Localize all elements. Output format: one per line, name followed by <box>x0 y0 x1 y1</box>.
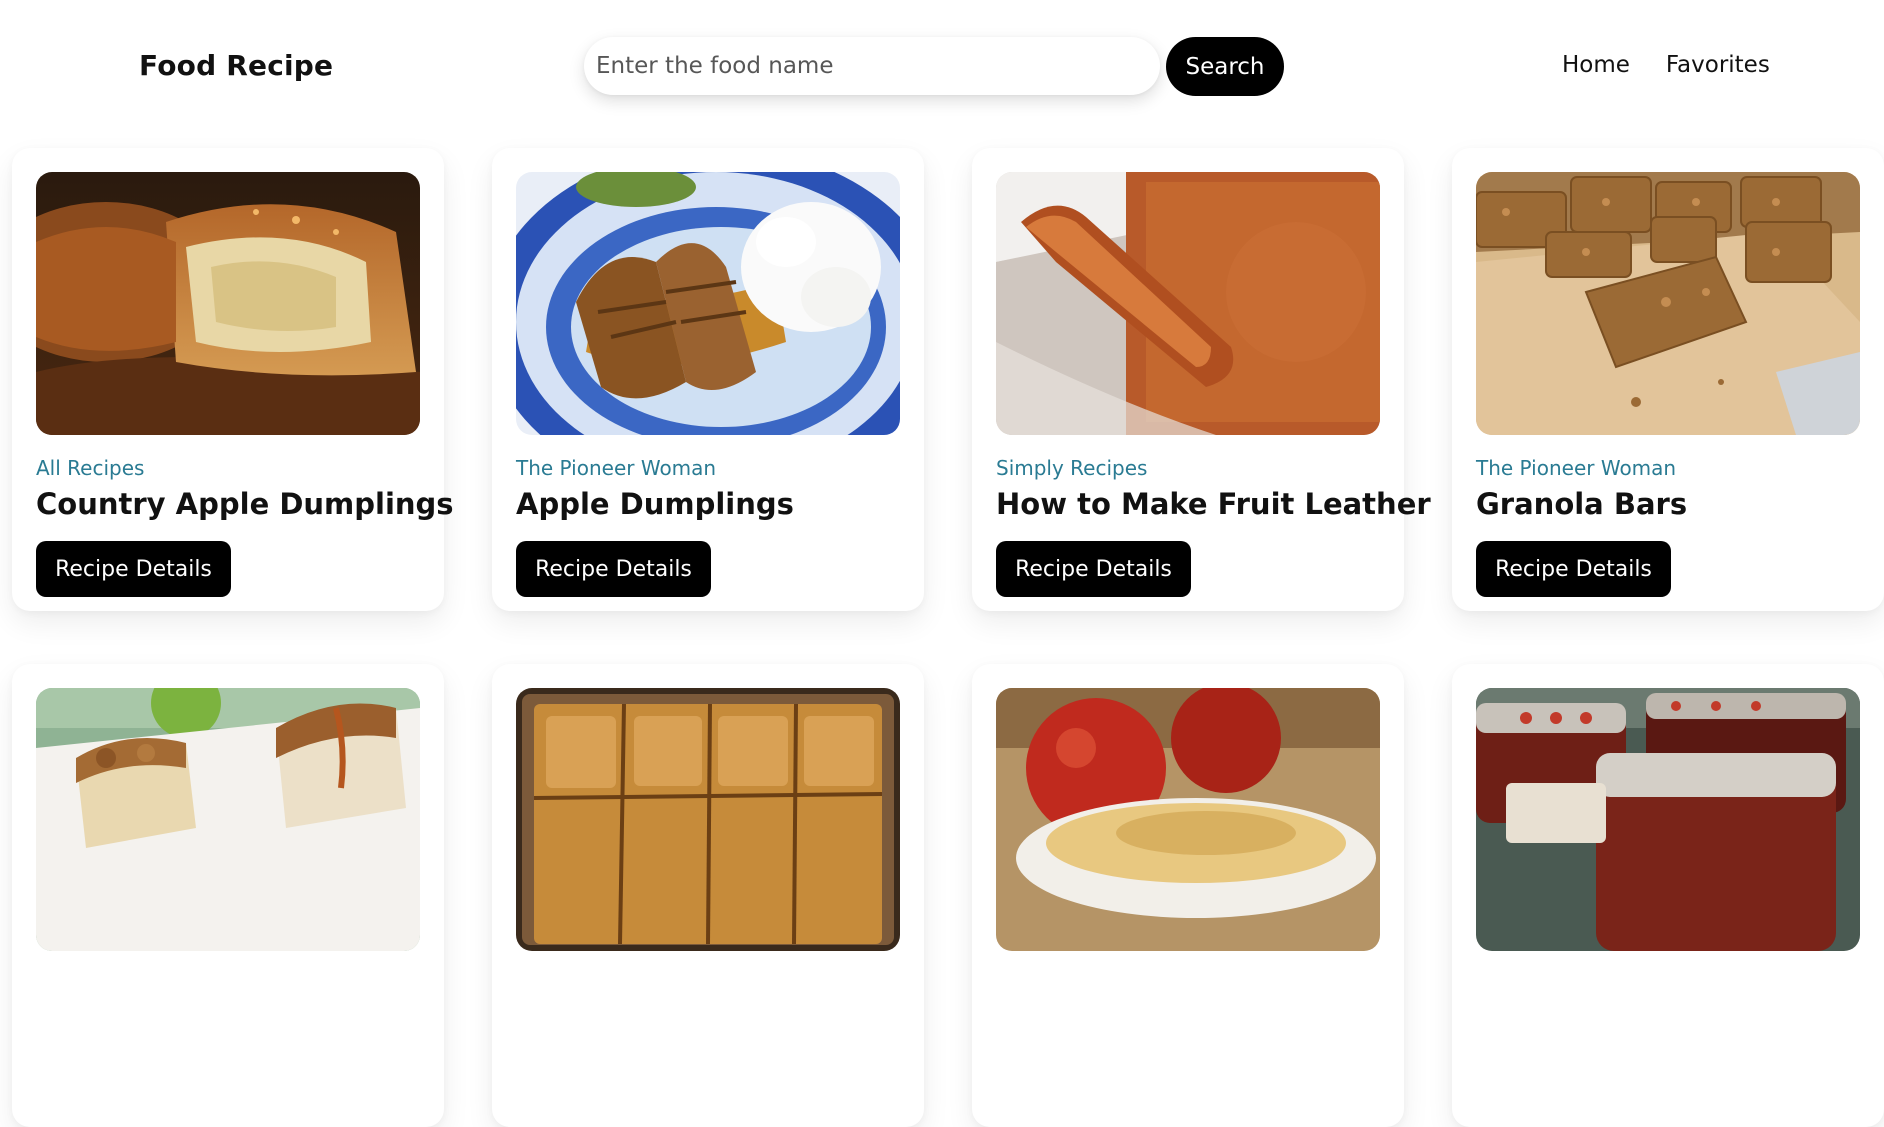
recipe-card[interactable]: Simply Recipes How to Make Fruit Leather… <box>972 148 1431 611</box>
recipe-card[interactable]: The Pioneer Woman Apple Dumplings Recipe… <box>492 148 924 611</box>
search-input[interactable] <box>584 37 1160 95</box>
recipe-image-apple-dumplings[interactable] <box>516 172 900 435</box>
recipe-image-apple-dumpling[interactable] <box>36 172 420 435</box>
recipe-publisher: The Pioneer Woman <box>516 456 717 480</box>
recipe-card[interactable] <box>12 664 444 1127</box>
recipe-title: Granola Bars <box>1476 487 1688 521</box>
recipe-card[interactable]: All Recipes Country Apple Dumplings Reci… <box>12 148 454 611</box>
recipe-details-button[interactable]: Recipe Details <box>36 541 231 597</box>
recipe-card[interactable] <box>972 664 1404 1127</box>
nav-links: Home Favorites <box>1562 52 1770 78</box>
recipe-card[interactable] <box>492 664 924 1127</box>
nav-home-link[interactable]: Home <box>1562 52 1630 78</box>
recipe-details-button[interactable]: Recipe Details <box>516 541 711 597</box>
navbar: Food Recipe Search Home Favorites <box>0 0 1884 135</box>
recipe-card[interactable] <box>1452 664 1884 1127</box>
recipe-details-button[interactable]: Recipe Details <box>996 541 1191 597</box>
search-button[interactable]: Search <box>1166 37 1284 96</box>
recipe-publisher: Simply Recipes <box>996 456 1148 480</box>
recipe-publisher: All Recipes <box>36 456 145 480</box>
brand-logo[interactable]: Food Recipe <box>139 49 333 82</box>
recipe-publisher: The Pioneer Woman <box>1476 456 1677 480</box>
nav-favorites-link[interactable]: Favorites <box>1666 52 1770 78</box>
recipe-details-button[interactable]: Recipe Details <box>1476 541 1671 597</box>
recipe-image-fruit-leather[interactable] <box>996 172 1380 435</box>
recipe-card[interactable]: The Pioneer Woman Granola Bars Recipe De… <box>1452 148 1884 611</box>
recipe-image-granola-bars[interactable] <box>1476 172 1860 435</box>
recipe-title: How to Make Fruit Leather <box>996 487 1431 521</box>
recipe-title: Apple Dumplings <box>516 487 794 521</box>
recipe-title: Country Apple Dumplings <box>36 487 454 521</box>
